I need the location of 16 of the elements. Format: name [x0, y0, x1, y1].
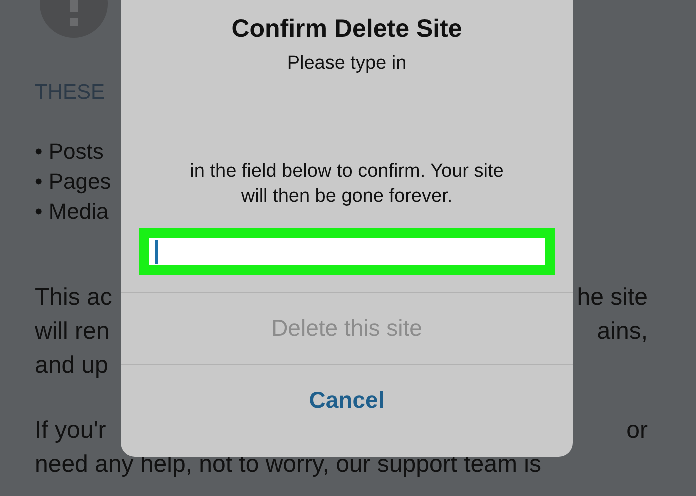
- body-text: ains,: [597, 317, 648, 347]
- body-text: need any help, not to worry, our support team is: [35, 450, 542, 480]
- list-item: • Media: [35, 198, 109, 226]
- body-text: he site: [577, 283, 648, 313]
- dialog-title: Confirm Delete Site: [232, 15, 462, 44]
- cancel-button[interactable]: Cancel: [121, 365, 573, 436]
- body-text: will ren: [35, 317, 110, 347]
- dialog-message: Please type in: [287, 52, 407, 76]
- list-item: • Posts: [35, 138, 104, 166]
- dialog-message: in the field below to confirm. Your site will then be gone forever.: [190, 160, 504, 209]
- body-text: or: [626, 416, 648, 446]
- body-text: and up: [35, 351, 108, 381]
- list-item: • Pages: [35, 168, 112, 196]
- body-text: This ac: [35, 283, 112, 313]
- confirm-input-field[interactable]: [139, 228, 555, 275]
- body-text: If you'r: [35, 416, 106, 446]
